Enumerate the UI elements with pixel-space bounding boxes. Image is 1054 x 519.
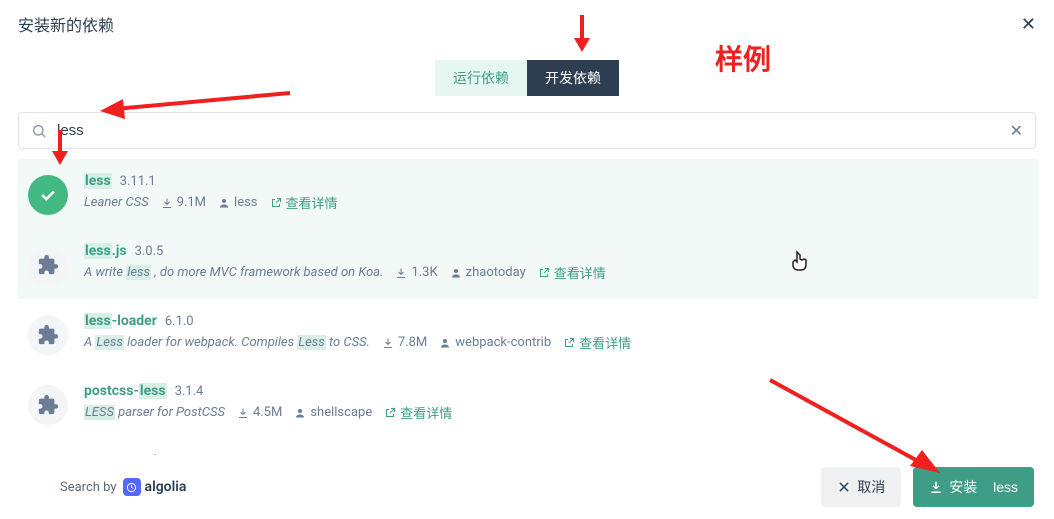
- package-name: postcss-less: [84, 383, 167, 399]
- result-row[interactable]: postcss-less 3.1.4 LESS parser for PostC…: [18, 369, 1038, 439]
- search-bar: ✕: [18, 112, 1036, 149]
- package-downloads: 7.8M: [382, 335, 427, 350]
- search-input[interactable]: [57, 122, 1000, 139]
- puzzle-icon: [28, 315, 68, 355]
- close-icon: [837, 480, 851, 494]
- result-row[interactable]: less.js 3.0.5 A write less , do more MVC…: [18, 229, 1038, 299]
- view-details-link[interactable]: 查看详情: [384, 403, 452, 422]
- result-row[interactable]: less 3.11.1 Leaner CSS 9.1M less 查看详情: [18, 159, 1038, 229]
- package-version: 3.1.4: [175, 384, 204, 399]
- clear-search-button[interactable]: ✕: [1010, 121, 1023, 140]
- puzzle-icon: [28, 385, 68, 425]
- cancel-button[interactable]: 取消: [821, 467, 901, 507]
- package-version: 3.0.5: [135, 244, 164, 259]
- algolia-icon: [123, 478, 141, 496]
- package-owner: less: [218, 195, 257, 210]
- results-list[interactable]: less 3.11.1 Leaner CSS 9.1M less 查看详情 le…: [18, 159, 1042, 455]
- search-icon: [31, 123, 47, 139]
- result-row[interactable]: postcss-values-parser 3.2.1: [18, 439, 1038, 455]
- package-owner: shellscape: [294, 405, 372, 420]
- result-row[interactable]: less-loader 6.1.0 A Less loader for webp…: [18, 299, 1038, 369]
- view-details-link[interactable]: 查看详情: [538, 263, 606, 282]
- package-name: less-loader: [84, 313, 157, 329]
- download-icon: [929, 480, 943, 494]
- dependency-tabs: 运行依赖 开发依赖: [0, 60, 1054, 96]
- package-description: A Less loader for webpack. Compiles Less…: [84, 335, 370, 350]
- package-name: less: [84, 173, 112, 189]
- package-description: LESS parser for PostCSS: [84, 405, 225, 420]
- package-description: Leaner CSS: [84, 195, 149, 210]
- dialog-footer: Search by algolia 取消 安装 less: [0, 455, 1054, 519]
- search-by-label: Search by algolia: [60, 478, 186, 496]
- algolia-badge: algolia: [123, 478, 187, 496]
- package-downloads: 4.5M: [237, 405, 282, 420]
- view-details-link[interactable]: 查看详情: [270, 193, 338, 212]
- package-downloads: 1.3K: [395, 265, 437, 280]
- package-name: less.js: [84, 243, 127, 259]
- view-details-link[interactable]: 查看详情: [563, 333, 631, 352]
- install-button[interactable]: 安装 less: [913, 467, 1034, 507]
- check-icon: [28, 175, 68, 215]
- tab-dev-deps[interactable]: 开发依赖: [527, 60, 619, 96]
- package-downloads: 9.1M: [161, 195, 206, 210]
- package-description: A write less , do more MVC framework bas…: [84, 265, 383, 280]
- dialog-title: 安装新的依赖: [18, 12, 114, 36]
- puzzle-icon: [28, 245, 68, 285]
- tab-runtime-deps[interactable]: 运行依赖: [435, 60, 527, 96]
- close-button[interactable]: ✕: [1021, 14, 1036, 35]
- package-version: 3.11.1: [120, 174, 156, 189]
- package-owner: webpack-contrib: [439, 335, 551, 350]
- package-owner: zhaotoday: [450, 265, 526, 280]
- package-version: 6.1.0: [165, 314, 194, 329]
